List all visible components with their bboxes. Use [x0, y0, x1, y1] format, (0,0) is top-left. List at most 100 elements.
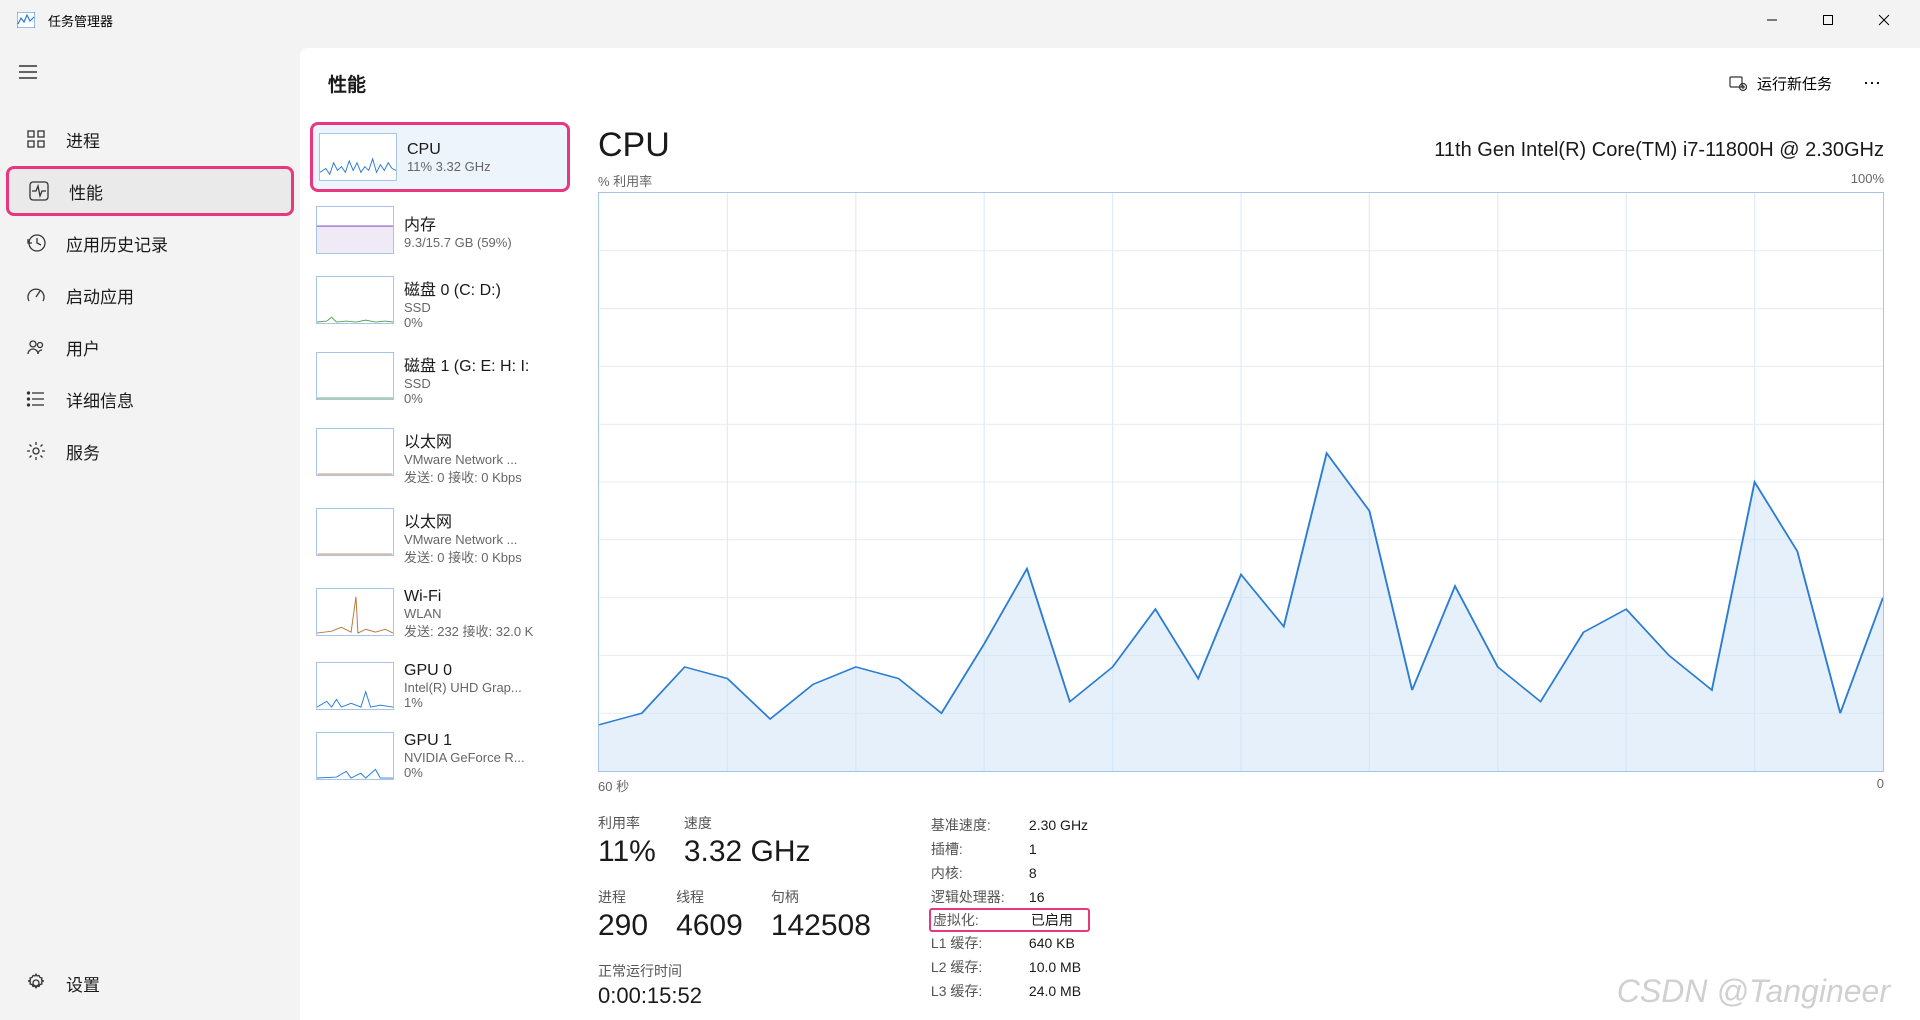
mini-chart-eth0 [316, 428, 394, 476]
mini-chart-wifi [316, 588, 394, 636]
perf-sub: Intel(R) UHD Grap... [404, 680, 522, 695]
mini-chart-gpu0 [316, 662, 394, 710]
info-key: L3 缓存: [931, 981, 1029, 1001]
info-val: 16 [1029, 889, 1045, 905]
nav-processes[interactable]: 进程 [6, 114, 294, 164]
perf-sidebar: CPU 11% 3.32 GHz 内存 9.3/15.7 GB (59%) [300, 118, 580, 1020]
perf-sub2: 0% [404, 391, 529, 406]
perf-sub: SSD [404, 300, 501, 315]
perf-sub2: 发送: 0 接收: 0 Kbps [404, 547, 522, 566]
info-val: 1 [1029, 841, 1037, 857]
perf-sub2: 1% [404, 695, 522, 710]
perf-sub2: 0% [404, 765, 525, 780]
nav-label: 进程 [66, 127, 100, 152]
run-task-label: 运行新任务 [1757, 73, 1832, 94]
stat-value-utilization: 11% [598, 835, 656, 869]
title-bar: 任务管理器 [0, 0, 1920, 40]
perf-item-gpu1[interactable]: GPU 1 NVIDIA GeForce R... 0% [310, 724, 570, 788]
perf-sub: NVIDIA GeForce R... [404, 750, 525, 765]
info-key: 插槽: [931, 839, 1029, 859]
info-val: 10.0 MB [1029, 959, 1081, 975]
pulse-icon [27, 179, 51, 203]
info-val: 8 [1029, 865, 1037, 881]
perf-item-disk1[interactable]: 磁盘 1 (G: E: H: I: SSD 0% [310, 344, 570, 414]
stat-label: 利用率 [598, 813, 656, 833]
stat-label: 句柄 [771, 887, 871, 907]
perf-sub2: 发送: 232 接收: 32.0 K [404, 621, 533, 640]
perf-item-disk0[interactable]: 磁盘 0 (C: D:) SSD 0% [310, 268, 570, 338]
run-new-task-button[interactable]: 运行新任务 [1717, 67, 1844, 100]
stat-value-processes: 290 [598, 909, 648, 943]
history-icon [24, 231, 48, 255]
info-val: 640 KB [1029, 935, 1075, 951]
nav-label: 服务 [66, 439, 100, 464]
nav-performance[interactable]: 性能 [6, 166, 294, 216]
mini-chart-cpu [319, 133, 397, 181]
stat-label: 线程 [676, 887, 743, 907]
info-val-virtualization: 已启用 [1031, 910, 1073, 930]
info-key: 虚拟化: [933, 910, 1031, 930]
info-key: L2 缓存: [931, 957, 1029, 977]
nav-users[interactable]: 用户 [6, 322, 294, 372]
stat-label: 正常运行时间 [598, 961, 702, 981]
app-title: 任务管理器 [48, 11, 113, 30]
minimize-button[interactable] [1744, 0, 1800, 40]
nav-services[interactable]: 服务 [6, 426, 294, 476]
left-nav: 进程 性能 应用历史记录 启动应用 用户 详细信息 [0, 40, 300, 1020]
perf-title: Wi-Fi [404, 588, 533, 606]
more-button[interactable]: ⋯ [1852, 63, 1892, 103]
perf-item-memory[interactable]: 内存 9.3/15.7 GB (59%) [310, 198, 570, 262]
info-key: 基准速度: [931, 815, 1029, 835]
chart-xright: 0 [1877, 776, 1884, 795]
nav-app-history[interactable]: 应用历史记录 [6, 218, 294, 268]
stat-label: 速度 [684, 813, 811, 833]
cpu-info-table: 基准速度:2.30 GHz 插槽:1 内核:8 逻辑处理器:16 虚拟化:已启用… [931, 813, 1088, 1009]
nav-startup[interactable]: 启动应用 [6, 270, 294, 320]
detail-pane: CPU 11th Gen Intel(R) Core(TM) i7-11800H… [580, 118, 1920, 1020]
perf-sub: VMware Network ... [404, 452, 522, 467]
info-key: 逻辑处理器: [931, 887, 1029, 907]
perf-sub: SSD [404, 376, 529, 391]
list-icon [24, 387, 48, 411]
info-key: L1 缓存: [931, 933, 1029, 953]
mini-chart-disk1 [316, 352, 394, 400]
perf-sub2: 0% [404, 315, 501, 330]
perf-title: 内存 [404, 211, 512, 235]
settings-icon [24, 971, 48, 995]
cpu-name: 11th Gen Intel(R) Core(TM) i7-11800H @ 2… [1434, 139, 1884, 162]
perf-item-eth0[interactable]: 以太网 VMware Network ... 发送: 0 接收: 0 Kbps [310, 420, 570, 494]
stat-value-uptime: 0:00:15:52 [598, 983, 702, 1009]
perf-item-wifi[interactable]: Wi-Fi WLAN 发送: 232 接收: 32.0 K [310, 580, 570, 648]
app-icon [16, 10, 36, 30]
mini-chart-gpu1 [316, 732, 394, 780]
perf-title: GPU 1 [404, 732, 525, 750]
nav-label: 启动应用 [66, 283, 134, 308]
perf-sub: 9.3/15.7 GB (59%) [404, 235, 512, 250]
perf-sub: WLAN [404, 606, 533, 621]
perf-item-cpu[interactable]: CPU 11% 3.32 GHz [310, 122, 570, 192]
info-val: 2.30 GHz [1029, 817, 1088, 833]
mini-chart-eth1 [316, 508, 394, 556]
perf-item-eth1[interactable]: 以太网 VMware Network ... 发送: 0 接收: 0 Kbps [310, 500, 570, 574]
nav-label: 应用历史记录 [66, 231, 168, 256]
nav-details[interactable]: 详细信息 [6, 374, 294, 424]
maximize-button[interactable] [1800, 0, 1856, 40]
cpu-utilization-chart [598, 192, 1884, 772]
stat-value-handles: 142508 [771, 909, 871, 943]
gauge-icon [24, 283, 48, 307]
perf-title: 以太网 [404, 508, 522, 532]
hamburger-button[interactable] [4, 48, 52, 96]
perf-sub2: 发送: 0 接收: 0 Kbps [404, 467, 522, 486]
gear-icon [24, 439, 48, 463]
stat-value-speed: 3.32 GHz [684, 835, 811, 869]
nav-settings[interactable]: 设置 [6, 958, 294, 1008]
nav-label: 详细信息 [66, 387, 134, 412]
perf-title: CPU [407, 141, 491, 159]
info-key: 内核: [931, 863, 1029, 883]
chart-ymax: 100% [1851, 171, 1884, 190]
perf-title: 以太网 [404, 428, 522, 452]
nav-label: 用户 [66, 335, 100, 360]
perf-item-gpu0[interactable]: GPU 0 Intel(R) UHD Grap... 1% [310, 654, 570, 718]
close-button[interactable] [1856, 0, 1912, 40]
perf-title: 磁盘 1 (G: E: H: I: [404, 352, 529, 376]
